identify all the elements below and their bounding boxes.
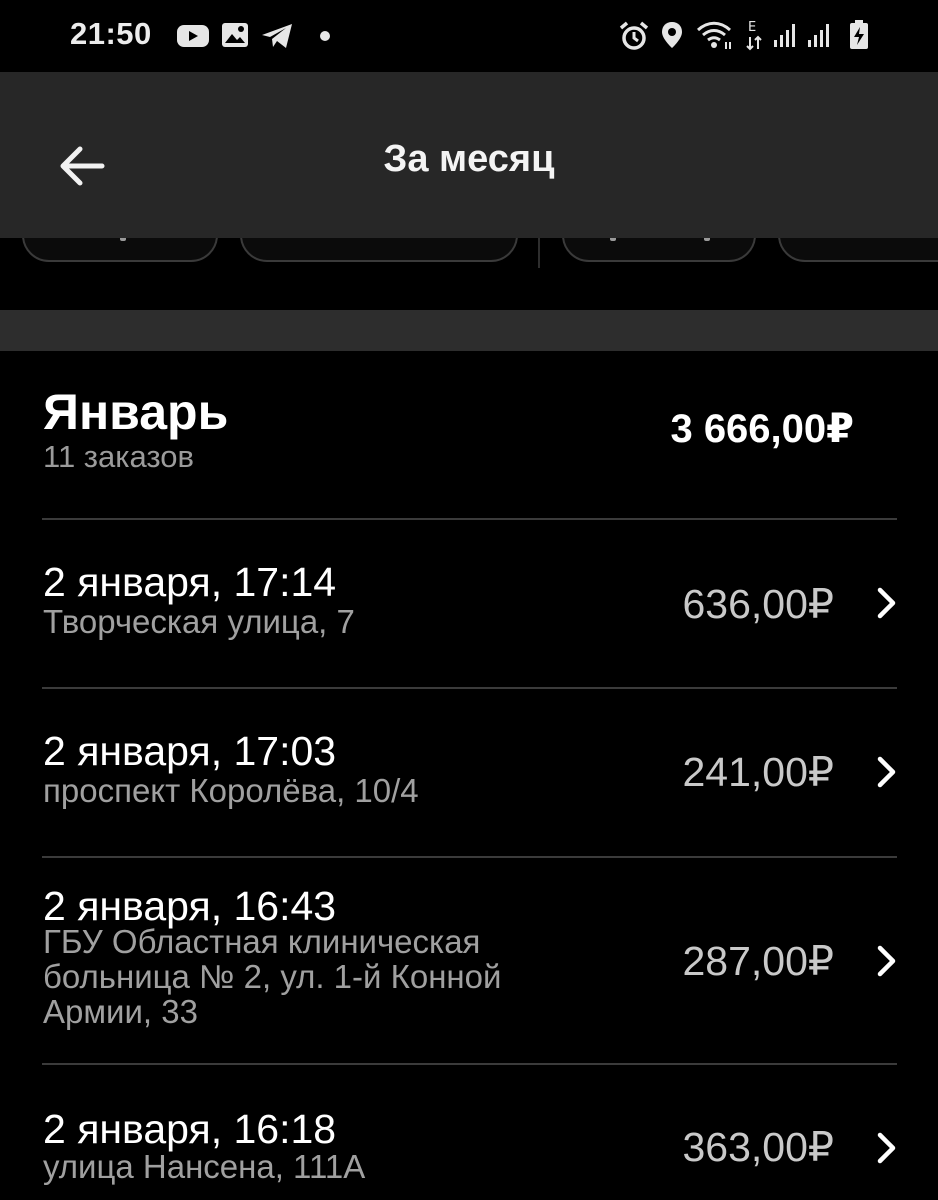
chevron-right-icon [870, 583, 904, 623]
gallery-icon [220, 21, 250, 51]
youtube-icon [176, 23, 210, 53]
order-address: ГБУ Областная клиническая больница № 2, … [43, 923, 502, 1030]
battery-charging-icon [848, 18, 870, 49]
telegram-icon [260, 22, 294, 52]
location-icon [660, 20, 684, 50]
order-address: улица Нансена, 111А [43, 1148, 366, 1185]
filter-chip-strip [0, 238, 938, 310]
filter-chip[interactable] [778, 238, 938, 262]
status-time: 21:50 [70, 16, 152, 51]
month-total: 3 666,00₽ [670, 407, 854, 451]
order-row[interactable]: 2 января, 16:18 улица Нансена, 111А 363,… [0, 1065, 938, 1200]
wifi-icon [694, 20, 734, 50]
chip-divider [538, 238, 540, 268]
order-price: 363,00₽ [682, 1124, 835, 1170]
order-date: 2 января, 17:14 [43, 559, 337, 605]
chevron-right-icon [870, 1128, 904, 1168]
order-date: 2 января, 16:43 [43, 883, 337, 929]
signal-2-icon [806, 20, 834, 50]
order-date: 2 января, 16:18 [43, 1106, 337, 1152]
chevron-right-icon [870, 941, 904, 981]
order-price: 287,00₽ [682, 938, 835, 984]
section-separator [0, 310, 938, 351]
order-price: 636,00₽ [682, 581, 835, 627]
filter-chip[interactable] [562, 238, 756, 262]
order-address: Творческая улица, 7 [43, 603, 355, 640]
filter-chip[interactable] [240, 238, 518, 262]
chevron-right-icon [870, 752, 904, 792]
order-address: проспект Королёва, 10/4 [43, 772, 419, 809]
order-row[interactable]: 2 января, 17:14 Творческая улица, 7 636,… [0, 520, 938, 687]
order-price: 241,00₽ [682, 749, 835, 795]
order-row[interactable]: 2 января, 16:43 ГБУ Областная клиническа… [0, 858, 938, 1063]
svg-text:E: E [748, 20, 756, 35]
alarm-icon [618, 20, 650, 50]
month-order-count: 11 заказов [43, 439, 194, 474]
month-header: Январь 11 заказов 3 666,00₽ [0, 351, 938, 519]
status-bar: 21:50 E [0, 0, 938, 72]
order-row[interactable]: 2 января, 17:03 проспект Королёва, 10/4 … [0, 689, 938, 856]
signal-1-icon [772, 20, 800, 50]
filter-chip[interactable] [22, 238, 218, 262]
order-date: 2 января, 17:03 [43, 728, 337, 774]
month-title: Январь [43, 384, 229, 440]
page-title: За месяц [383, 138, 555, 180]
app-bar: За месяц [0, 72, 938, 238]
network-e-icon: E [744, 18, 766, 51]
dot-icon [318, 29, 332, 59]
